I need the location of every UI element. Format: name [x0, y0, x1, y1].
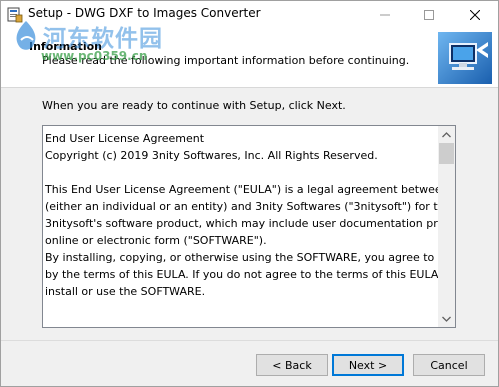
watermark-text: 河东软件园 [43, 26, 163, 52]
cancel-button[interactable]: Cancel [413, 354, 485, 376]
setup-window: Setup - DWG DXF to Images Converter Info… [0, 0, 499, 387]
license-line: online or electronic form ("SOFTWARE"). [45, 234, 267, 247]
license-line-blank [45, 164, 441, 181]
intro-text: When you are ready to continue with Setu… [42, 99, 346, 112]
next-button[interactable]: Next > [332, 354, 404, 376]
license-line: install or use the SOFTWARE. [45, 285, 206, 298]
watermark-logo-icon [11, 20, 41, 54]
back-button[interactable]: < Back [256, 354, 328, 376]
license-line: 3nitysoft's software product, which may … [45, 217, 456, 230]
close-icon[interactable] [453, 1, 497, 29]
scrollbar-thumb[interactable] [439, 143, 454, 164]
license-line: End User License Agreement [45, 132, 205, 145]
license-text: End User License Agreement Copyright (c)… [45, 130, 456, 300]
maximize-icon[interactable] [407, 1, 451, 29]
footer-divider [1, 340, 498, 341]
license-line: Copyright (c) 2019 3nity Softwares, Inc.… [45, 149, 378, 162]
scroll-up-arrow-icon[interactable] [438, 126, 455, 143]
license-line: By installing, copying, or otherwise usi… [45, 251, 456, 264]
scroll-down-arrow-icon[interactable] [438, 310, 455, 327]
license-line: (either an individual or an entity) and … [45, 200, 452, 213]
license-line: by the terms of this EULA. If you do not… [45, 268, 456, 281]
watermark-url: www.pc0359.cn [41, 49, 148, 63]
license-scrollbar[interactable] [438, 126, 455, 327]
window-title: Setup - DWG DXF to Images Converter [28, 6, 261, 20]
license-textbox[interactable]: End User License Agreement Copyright (c)… [42, 125, 456, 328]
license-line: This End User License Agreement ("EULA")… [45, 183, 456, 196]
computer-monitor-icon [438, 32, 492, 84]
minimize-icon[interactable] [363, 1, 407, 29]
